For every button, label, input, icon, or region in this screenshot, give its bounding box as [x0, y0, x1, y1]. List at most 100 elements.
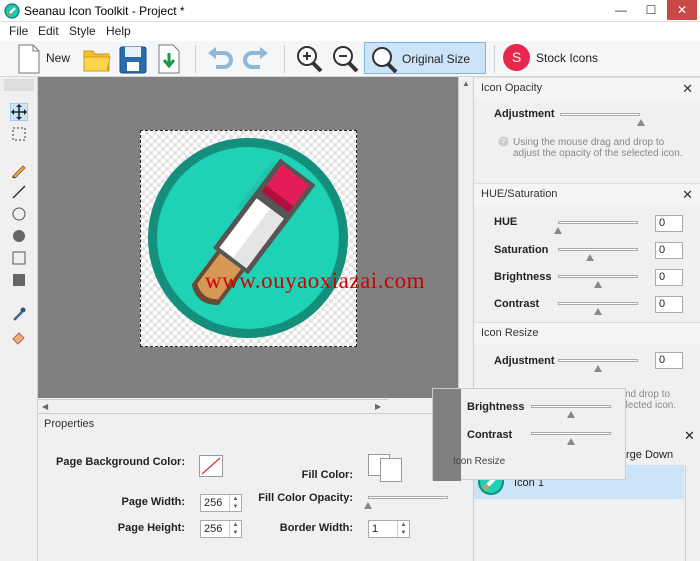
brightness-value[interactable]: 0: [655, 269, 683, 286]
layers-scrollbar[interactable]: [685, 465, 700, 561]
saturation-value[interactable]: 0: [655, 242, 683, 259]
canvas-horizontal-scrollbar[interactable]: ◀ ▶: [38, 399, 388, 413]
window-title: Seanau Icon Toolkit - Project *: [24, 4, 185, 18]
scroll-up-icon[interactable]: ▲: [462, 79, 470, 88]
line-tool-icon[interactable]: [10, 183, 28, 201]
icon-resize-title: Icon Resize: [481, 327, 539, 339]
fill-color-label: Fill Color:: [301, 469, 353, 481]
menu-edit[interactable]: Edit: [38, 24, 59, 38]
border-width-label: Border Width:: [279, 522, 353, 534]
spinner-arrows-icon[interactable]: ▲ ▼: [229, 521, 241, 537]
popup-contrast-label: Contrast: [467, 429, 513, 441]
undo-icon[interactable]: [204, 43, 234, 75]
saturation-slider[interactable]: [558, 248, 638, 251]
menu-style[interactable]: Style: [69, 24, 96, 38]
eyedropper-tool-icon[interactable]: [10, 305, 28, 323]
contrast-slider[interactable]: [558, 302, 638, 305]
close-icon[interactable]: ✕: [682, 81, 693, 97]
merge-down-button[interactable]: rge Down: [626, 449, 673, 461]
page-bg-color-swatch[interactable]: [199, 455, 223, 477]
saturation-thumb[interactable]: [586, 254, 594, 261]
border-width-spinner[interactable]: 1 ▲ ▼: [368, 520, 410, 538]
scroll-left-icon[interactable]: ◀: [42, 402, 48, 411]
popup-brightness-label: Brightness: [467, 401, 525, 413]
hue-saturation-title: HUE/Saturation: [481, 188, 558, 200]
minimize-button[interactable]: —: [606, 0, 636, 20]
close-icon[interactable]: ✕: [682, 187, 693, 203]
export-icon[interactable]: [156, 43, 182, 75]
redo-icon[interactable]: [242, 43, 272, 75]
original-size-button[interactable]: Original Size: [364, 42, 486, 74]
save-icon[interactable]: [118, 43, 148, 75]
contrast-value[interactable]: 0: [655, 296, 683, 313]
popup-brightness-thumb[interactable]: [567, 411, 575, 418]
filled-rectangle-tool-icon[interactable]: [10, 271, 28, 289]
contrast-thumb[interactable]: [594, 308, 602, 315]
new-button-label[interactable]: New: [46, 51, 70, 65]
brightness-label: Brightness: [494, 271, 552, 283]
adjustments-panel: Icon Opacity ✕ Adjustment ? Using the mo…: [473, 77, 700, 561]
contrast-label: Contrast: [494, 298, 540, 310]
hue-value[interactable]: 0: [655, 215, 683, 232]
opacity-thumb[interactable]: [637, 119, 645, 126]
properties-header: Properties: [44, 418, 95, 430]
rectangle-tool-icon[interactable]: [10, 249, 28, 267]
resize-thumb[interactable]: [594, 365, 602, 372]
pencil-tool-icon[interactable]: [10, 161, 28, 179]
stock-icons-badge-icon[interactable]: S: [503, 44, 530, 71]
brightness-thumb[interactable]: [594, 281, 602, 288]
popup-contrast-slider[interactable]: [531, 432, 611, 435]
open-folder-icon[interactable]: [82, 43, 112, 75]
close-button[interactable]: ✕: [667, 0, 697, 20]
hue-thumb[interactable]: [554, 227, 562, 234]
resize-adjustment-label: Adjustment: [494, 355, 555, 367]
ellipse-tool-icon[interactable]: [10, 205, 28, 223]
fill-color-swatch-overlap[interactable]: [380, 458, 402, 482]
resize-note-fragment: elected icon.: [620, 400, 677, 411]
menu-help[interactable]: Help: [106, 24, 131, 38]
fill-opacity-thumb[interactable]: [364, 502, 372, 509]
resize-value[interactable]: 0: [655, 352, 683, 369]
properties-panel: Properties Page Background Color: Page W…: [38, 413, 472, 561]
help-icon: ?: [498, 136, 509, 147]
opacity-slider[interactable]: [560, 113, 640, 116]
move-tool-icon[interactable]: [10, 103, 28, 121]
brightness-slider[interactable]: [558, 275, 638, 278]
maximize-button[interactable]: ☐: [636, 0, 666, 20]
stock-icons-label[interactable]: Stock Icons: [536, 51, 598, 65]
eraser-tool-icon[interactable]: [10, 327, 28, 345]
page-width-label: Page Width:: [121, 496, 185, 508]
icon-opacity-header: Icon Opacity ✕: [474, 77, 700, 99]
resize-slider[interactable]: [558, 359, 638, 362]
spinner-arrows-icon[interactable]: ▲ ▼: [229, 495, 241, 511]
opacity-adjustment-label: Adjustment: [494, 108, 555, 120]
popup-brightness-slider[interactable]: [531, 405, 611, 408]
spinner-arrows-icon[interactable]: ▲ ▼: [397, 521, 409, 537]
fill-opacity-slider[interactable]: [368, 496, 448, 499]
page-height-label: Page Height:: [117, 522, 185, 534]
watermark-text: www.ouyaoxiazai.com: [205, 268, 426, 293]
icon-page[interactable]: [140, 130, 357, 347]
page-width-value: 256: [204, 497, 223, 509]
menu-file[interactable]: File: [9, 24, 28, 38]
select-tool-icon[interactable]: [10, 125, 28, 143]
canvas-vertical-scrollbar[interactable]: ▲: [458, 77, 472, 399]
filled-ellipse-tool-icon[interactable]: [10, 227, 28, 245]
page-height-spinner[interactable]: 256 ▲ ▼: [200, 520, 242, 538]
tool-palette: [0, 77, 38, 561]
app-icon: [4, 3, 20, 19]
fill-opacity-label: Fill Color Opacity:: [258, 492, 353, 504]
new-file-icon[interactable]: [16, 43, 42, 75]
saturation-label: Saturation: [494, 244, 549, 256]
icon-opacity-title: Icon Opacity: [481, 82, 543, 94]
popup-contrast-thumb[interactable]: [567, 438, 575, 445]
page-width-spinner[interactable]: 256 ▲ ▼: [200, 494, 242, 512]
page-bg-color-label: Page Background Color:: [56, 456, 185, 468]
magnifier-icon: [372, 47, 398, 74]
zoom-out-icon[interactable]: [330, 43, 360, 75]
close-icon[interactable]: ✕: [684, 428, 695, 444]
zoom-in-icon[interactable]: [294, 43, 324, 75]
scroll-right-icon[interactable]: ▶: [375, 402, 381, 411]
resize-note-fragment: nd drop to: [625, 389, 671, 400]
hue-slider[interactable]: [558, 221, 638, 224]
